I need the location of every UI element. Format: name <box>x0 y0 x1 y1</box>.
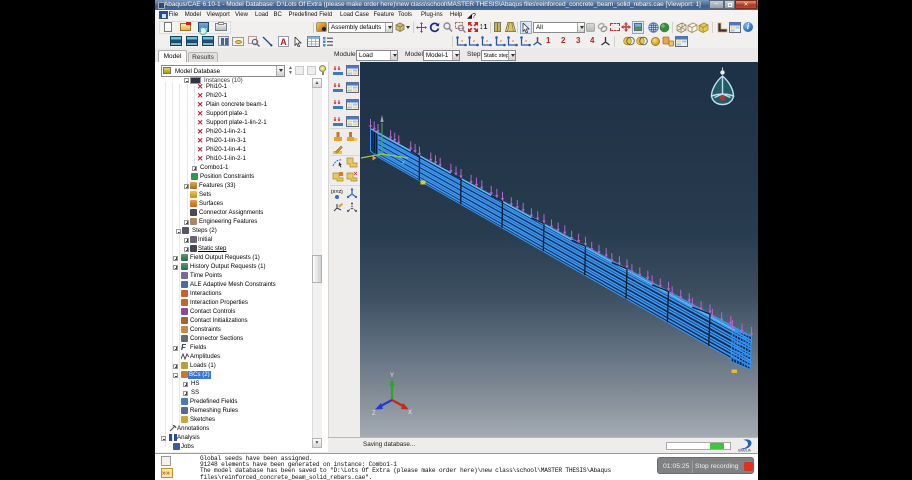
svg-text:z: z <box>473 38 475 43</box>
svg-text:x: x <box>461 38 463 43</box>
svg-text:z: z <box>500 38 502 43</box>
svg-text:Z: Z <box>372 411 376 417</box>
svg-text:Y: Y <box>390 373 394 379</box>
svg-text:X: X <box>408 410 412 416</box>
svg-text:x: x <box>512 38 514 43</box>
svg-text:x: x <box>486 38 488 43</box>
svg-text:SIMULIA: SIMULIA <box>738 449 752 453</box>
svg-text:z: z <box>525 38 527 43</box>
